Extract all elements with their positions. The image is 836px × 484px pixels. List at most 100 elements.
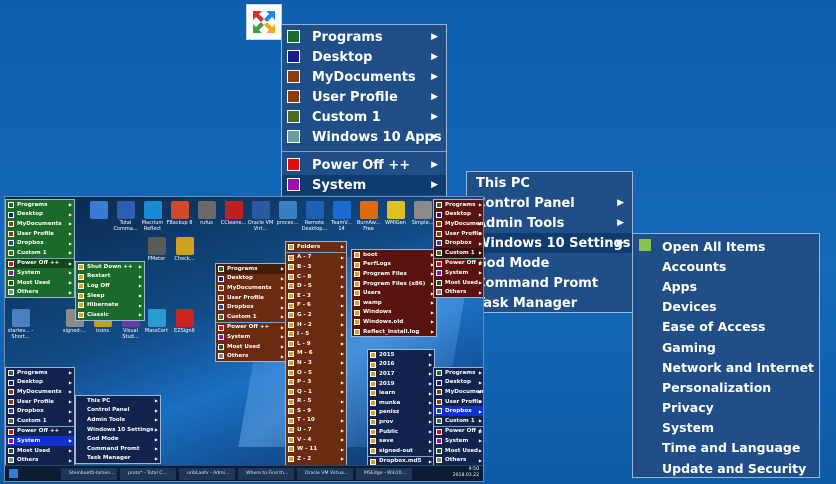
system-item-command-promt[interactable]: Command Promt — [467, 273, 632, 293]
taskbar-button[interactable]: Where to Find th... — [238, 468, 294, 480]
menu-item-user-profile[interactable]: User Profile ▶ — [282, 87, 446, 107]
taskbar-button[interactable]: uribLaofv - Admi... — [179, 468, 235, 480]
inner-menu-item-power-off[interactable]: Power Off ++ ▶ — [6, 258, 74, 269]
menu-item-windows-10-apps[interactable]: Windows 10 Apps ▶ — [282, 127, 446, 147]
inner-menu-item-others[interactable]: Others ▶ — [434, 455, 483, 465]
inner-menu-item-windows-old[interactable]: Windows.old ▶ — [352, 317, 436, 327]
inner-menu-item-user-profile[interactable]: User Profile ▶ — [216, 293, 286, 303]
inner-menu-item-signed-out[interactable]: signed-out ▶ — [368, 446, 434, 456]
inner-menu-item-desktop[interactable]: Desktop ▶ — [6, 210, 74, 220]
inner-menu-item-desktop[interactable]: Desktop ▶ — [6, 378, 74, 388]
inner-menu-item-public[interactable]: Public ▶ — [368, 427, 434, 437]
inner-menu-item-custom-1[interactable]: Custom 1 ▶ — [6, 416, 74, 426]
inner-menu-item-dropbox[interactable]: Dropbox ▶ — [216, 302, 286, 312]
inner-menu-item-restart[interactable]: Restart ▶ — [76, 272, 144, 282]
inner-menu-item-q-1[interactable]: Q - 1 ▶ — [286, 387, 346, 397]
menu-item-custom-1[interactable]: Custom 1 ▶ — [282, 107, 446, 127]
menu-item-programs[interactable]: Programs ▶ — [282, 27, 446, 47]
inner-menu-item-dropbox[interactable]: Dropbox ▶ — [434, 406, 483, 416]
inner-menu-item-most-used[interactable]: Most Used ▶ — [434, 446, 483, 456]
inner-menu-item-2016[interactable]: 2016 ▶ — [368, 360, 434, 370]
inner-menu-item-a-7[interactable]: A - 7 ▶ — [286, 253, 346, 263]
taskbar-button[interactable]: proto* - Total C... — [120, 468, 176, 480]
system-item-control-panel[interactable]: Control Panel ▶ — [467, 193, 632, 213]
inner-menu-item-mydocuments[interactable]: MyDocuments▶ — [434, 219, 483, 229]
inner-menu-item-dropbox[interactable]: Dropbox ▶ — [6, 238, 74, 248]
inner-menu-item-e-3[interactable]: E - 3 ▶ — [286, 291, 346, 301]
desktop-icon[interactable] — [85, 201, 112, 220]
inner-menu-item-prov[interactable]: prov ▶ — [368, 417, 434, 427]
desktop-icon[interactable]: EZSignIt — [171, 309, 198, 334]
desktop-icon[interactable]: WMIGen — [382, 201, 409, 226]
inner-menu-item-programs[interactable]: Programs ▶ — [216, 264, 286, 274]
taskbar-button[interactable]: Oracle VM Virtua... — [297, 468, 353, 480]
settings-item-gaming[interactable]: Gaming — [633, 337, 819, 357]
inner-menu-item-s-9[interactable]: S - 9 ▶ — [286, 406, 346, 416]
inner-menu-item-u-7[interactable]: U - 7 ▶ — [286, 425, 346, 435]
inner-menu-item-power-off[interactable]: Power Off ++ ▶ — [6, 427, 74, 437]
settings-item-privacy[interactable]: Privacy — [633, 398, 819, 418]
menu-item-desktop[interactable]: Desktop ▶ — [282, 47, 446, 67]
inner-menu-item-desktop[interactable]: Desktop ▶ — [434, 210, 483, 220]
inner-menu-item-2015[interactable]: 2015 ▶ — [368, 350, 434, 360]
inner-menu-item-sleep[interactable]: Sleep ▶ — [76, 291, 144, 301]
inner-menu-item-r-5[interactable]: R - 5 ▶ — [286, 397, 346, 407]
inner-menu-item-dropbox[interactable]: Dropbox ▶ — [434, 238, 483, 248]
inner-menu-item-folders[interactable]: Folders ▶ — [286, 242, 346, 252]
inner-menu-item-log-off[interactable]: Log Off ▶ — [76, 281, 144, 291]
inner-menu-item-admin-tools[interactable]: Admin Tools ▶ — [76, 415, 160, 425]
settings-item-update-and-security[interactable]: Update and Security — [633, 458, 819, 478]
desktop-icon[interactable]: startev... - Short... — [7, 309, 34, 340]
inner-menu-item-system[interactable]: System ▶ — [216, 332, 286, 342]
inner-menu-item-user-profile[interactable]: User Profile ▶ — [6, 397, 74, 407]
inner-menu-item-power-off[interactable]: Power Off ++ ▶ — [216, 323, 286, 333]
settings-item-ease-of-access[interactable]: Ease of Access — [633, 317, 819, 337]
inner-menu-item-system[interactable]: System ▶ — [6, 268, 74, 278]
inner-menu-item-p-3[interactable]: P - 3 ▶ — [286, 377, 346, 387]
inner-menu-item-others[interactable]: Others ▶ — [6, 287, 74, 297]
inner-menu-item-custom-1[interactable]: Custom 1 ▶ — [216, 312, 286, 322]
inner-menu-item-t-10[interactable]: T - 10 ▶ — [286, 416, 346, 426]
inner-menu-item-most-used[interactable]: Most Used ▶ — [6, 278, 74, 288]
windows-start-icon[interactable] — [9, 469, 18, 478]
inner-menu-item-programs[interactable]: Programs ▶ — [6, 368, 74, 378]
inner-menu-item-this-pc[interactable]: This PC ▶ — [76, 396, 160, 406]
inner-menu-item-user-profile[interactable]: User Profile ▶ — [434, 397, 483, 407]
inner-menu-item-most-used[interactable]: Most Used ▶ — [6, 446, 74, 456]
inner-menu-item-d-5[interactable]: D - 5 ▶ — [286, 281, 346, 291]
inner-menu-item-system[interactable]: System ▶ — [434, 436, 483, 446]
inner-menu-item-m-6[interactable]: M - 6 ▶ — [286, 349, 346, 359]
taskbar-button[interactable]: MSEdge - Win10... — [356, 468, 412, 480]
settings-item-time-and-language[interactable]: Time and Language — [633, 438, 819, 458]
inner-menu-item-system[interactable]: System ▶ — [434, 268, 483, 278]
inner-menu-item-hibernate[interactable]: Hibernate ▶ — [76, 300, 144, 310]
system-item-windows-10-settings[interactable]: Windows 10 Settings ▶ — [467, 233, 632, 253]
settings-item-accounts[interactable]: Accounts — [633, 256, 819, 276]
inner-menu-item-wamp[interactable]: wamp ▶ — [352, 298, 436, 308]
inner-menu-item-programs[interactable]: Programs ▶ — [434, 200, 483, 210]
menu-item-power-off[interactable]: Power Off ++ ▶ — [282, 155, 446, 175]
inner-menu-item-mydocuments[interactable]: MyDocuments▶ — [434, 387, 483, 397]
inner-menu-item-mydocuments[interactable]: MyDocuments▶ — [6, 219, 74, 229]
inner-menu-item-windows-10-settings[interactable]: Windows 10 Settings ▶ — [76, 425, 160, 435]
tray-clock[interactable]: 9:50 2018.03.22 — [453, 467, 479, 479]
inner-menu-item-custom-1[interactable]: Custom 1 ▶ — [434, 416, 483, 426]
inner-menu-item-others[interactable]: Others ▶ — [216, 351, 286, 361]
inner-menu-item-program-files[interactable]: Program Files▶ — [352, 269, 436, 279]
inner-menu-item-users[interactable]: Users▶ — [352, 288, 436, 298]
desktop-icon[interactable]: Oracle VM Virt... — [247, 201, 274, 232]
desktop-icon[interactable]: FBackup 8 — [166, 201, 193, 226]
settings-item-network-and-internet[interactable]: Network and Internet — [633, 357, 819, 377]
menu-item-system[interactable]: System ▶ — [282, 175, 446, 195]
inner-menu-item-others[interactable]: Others ▶ — [434, 287, 483, 297]
desktop-icon[interactable]: MassCert — [143, 309, 170, 334]
inner-menu-item-classic[interactable]: Classic ▶ — [76, 310, 144, 320]
menu-item-mydocuments[interactable]: MyDocuments ▶ — [282, 67, 446, 87]
inner-menu-item-power-off[interactable]: Power Off ++ ▶ — [434, 427, 483, 437]
inner-menu-item-v-4[interactable]: V - 4 ▶ — [286, 435, 346, 445]
desktop-icon[interactable]: TeamV... 14 — [328, 201, 355, 232]
inner-menu-item-most-used[interactable]: Most Used ▶ — [434, 278, 483, 288]
inner-menu-item-b-3[interactable]: B - 3 ▶ — [286, 262, 346, 272]
inner-menu-item-2019[interactable]: 2019 ▶ — [368, 379, 434, 389]
inner-menu-item-task-manager[interactable]: Task Manager ▶ — [76, 454, 160, 464]
